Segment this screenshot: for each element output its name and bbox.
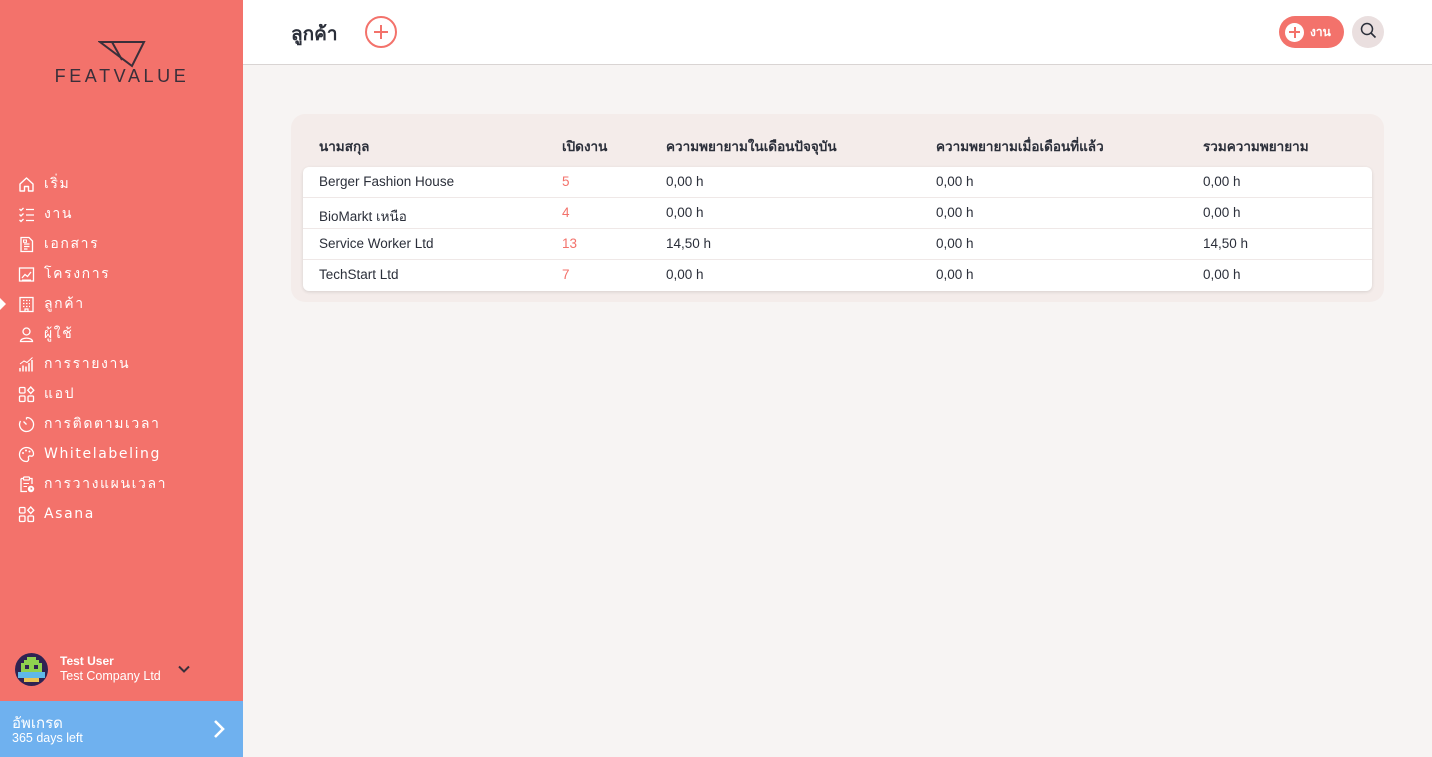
sidebar-nav: เริ่ม งาน เอกสาร โครงการ ลูกค้า ผู้ใช้ ก…: [0, 169, 243, 529]
customer-name: Berger Fashion House: [319, 174, 455, 189]
sidebar-item-time-planning[interactable]: การวางแผนเวลา: [0, 469, 243, 499]
upgrade-days-left: 365 days left: [12, 731, 83, 745]
table-row[interactable]: BioMarkt เหนือ 4 0,00 h 0,00 h 0,00 h: [303, 198, 1372, 229]
upgrade-banner[interactable]: อัพเกรด 365 days left: [0, 701, 243, 757]
task-list-icon: [17, 205, 35, 223]
column-header-total-effort[interactable]: รวมความพยายาม: [1203, 135, 1309, 157]
document-icon: [17, 235, 35, 253]
effort-current-month: 0,00 h: [666, 174, 704, 189]
sidebar-item-label: งาน: [44, 206, 74, 222]
page-title: ลูกค้า: [291, 23, 338, 45]
sidebar-item-label: เอกสาร: [44, 236, 100, 252]
logo-wordmark: FEATVALUE: [54, 66, 190, 86]
sidebar-item-customers[interactable]: ลูกค้า: [0, 289, 243, 319]
chevron-down-icon[interactable]: [177, 661, 191, 680]
open-tasks-count: 4: [562, 205, 570, 220]
avatar: [15, 652, 48, 686]
add-customer-button[interactable]: [365, 16, 397, 48]
sidebar-item-asana[interactable]: Asana: [0, 499, 243, 529]
effort-last-month: 0,00 h: [936, 174, 974, 189]
sidebar-item-apps[interactable]: แอป: [0, 379, 243, 409]
effort-current-month: 0,00 h: [666, 205, 704, 220]
effort-current-month: 0,00 h: [666, 267, 704, 282]
palette-icon: [17, 445, 35, 463]
table-row[interactable]: Service Worker Ltd 13 14,50 h 0,00 h 14,…: [303, 229, 1372, 260]
customer-name: BioMarkt เหนือ: [319, 209, 407, 224]
total-effort: 14,50 h: [1203, 236, 1249, 251]
sidebar-item-label: การติดตามเวลา: [44, 416, 161, 432]
report-icon: [17, 355, 35, 373]
clipboard-clock-icon: [17, 475, 35, 493]
building-icon: [17, 295, 35, 313]
search-button[interactable]: [1352, 16, 1384, 48]
project-chart-icon: [17, 265, 35, 283]
column-header-effort-last-month[interactable]: ความพยายามเมื่อเดือนที่แล้ว: [936, 135, 1104, 157]
add-task-label: งาน: [1310, 24, 1331, 39]
plus-icon: [1285, 22, 1304, 42]
sidebar-item-label: ลูกค้า: [44, 296, 85, 312]
chevron-right-icon: [211, 719, 227, 743]
sidebar-item-time-tracking[interactable]: การติดตามเวลา: [0, 409, 243, 439]
home-icon: [17, 175, 35, 193]
sidebar-item-label: โครงการ: [44, 266, 111, 282]
sidebar-item-label: Asana: [44, 506, 95, 522]
sidebar-item-start[interactable]: เริ่ม: [0, 169, 243, 199]
sidebar-item-label: แอป: [44, 386, 76, 402]
total-effort: 0,00 h: [1203, 205, 1241, 220]
sidebar-item-label: การรายงาน: [44, 356, 131, 372]
user-name: Test User: [60, 654, 114, 668]
sidebar-item-label: การวางแผนเวลา: [44, 476, 168, 492]
column-header-name[interactable]: นามสกุล: [319, 135, 369, 157]
sidebar-item-whitelabeling[interactable]: Whitelabeling: [0, 439, 243, 469]
featvalue-logo[interactable]: FEATVALUE: [36, 40, 208, 90]
effort-last-month: 0,00 h: [936, 267, 974, 282]
sidebar-item-tasks[interactable]: งาน: [0, 199, 243, 229]
total-effort: 0,00 h: [1203, 267, 1241, 282]
sidebar-item-label: Whitelabeling: [44, 446, 162, 462]
open-tasks-count: 13: [562, 236, 578, 251]
sidebar-item-label: ผู้ใช้: [44, 326, 74, 342]
customer-name: TechStart Ltd: [319, 267, 399, 282]
apps-icon: [17, 505, 35, 523]
open-tasks-count: 7: [562, 267, 570, 282]
add-task-button[interactable]: งาน: [1279, 16, 1344, 48]
total-effort: 0,00 h: [1203, 174, 1241, 189]
table-body: Berger Fashion House 5 0,00 h 0,00 h 0,0…: [303, 167, 1372, 291]
user-company: Test Company Ltd: [60, 669, 161, 683]
top-header: ลูกค้า งาน: [243, 0, 1432, 65]
table-header: นามสกุล เปิดงาน ความพยายามในเดือนปัจจุบั…: [291, 114, 1384, 166]
column-header-open-tasks[interactable]: เปิดงาน: [562, 135, 607, 157]
effort-last-month: 0,00 h: [936, 205, 974, 220]
open-tasks-count: 5: [562, 174, 570, 189]
effort-current-month: 14,50 h: [666, 236, 712, 251]
user-icon: [17, 325, 35, 343]
customers-table: นามสกุล เปิดงาน ความพยายามในเดือนปัจจุบั…: [291, 114, 1384, 302]
sidebar-item-label: เริ่ม: [44, 176, 71, 192]
timer-icon: [17, 415, 35, 433]
table-row[interactable]: Berger Fashion House 5 0,00 h 0,00 h 0,0…: [303, 167, 1372, 198]
effort-last-month: 0,00 h: [936, 236, 974, 251]
column-header-effort-current-month[interactable]: ความพยายามในเดือนปัจจุบัน: [666, 135, 837, 157]
search-icon: [1360, 22, 1377, 43]
sidebar-item-users[interactable]: ผู้ใช้: [0, 319, 243, 349]
sidebar: FEATVALUE เริ่ม งาน เอกสาร โครงการ ลูกค้…: [0, 0, 243, 757]
apps-icon: [17, 385, 35, 403]
sidebar-item-documents[interactable]: เอกสาร: [0, 229, 243, 259]
sidebar-item-reporting[interactable]: การรายงาน: [0, 349, 243, 379]
logo-mark-icon: [98, 41, 146, 68]
table-row[interactable]: TechStart Ltd 7 0,00 h 0,00 h 0,00 h: [303, 260, 1372, 291]
user-menu[interactable]: Test User Test Company Ltd: [15, 652, 230, 686]
customer-name: Service Worker Ltd: [319, 236, 434, 251]
sidebar-item-projects[interactable]: โครงการ: [0, 259, 243, 289]
